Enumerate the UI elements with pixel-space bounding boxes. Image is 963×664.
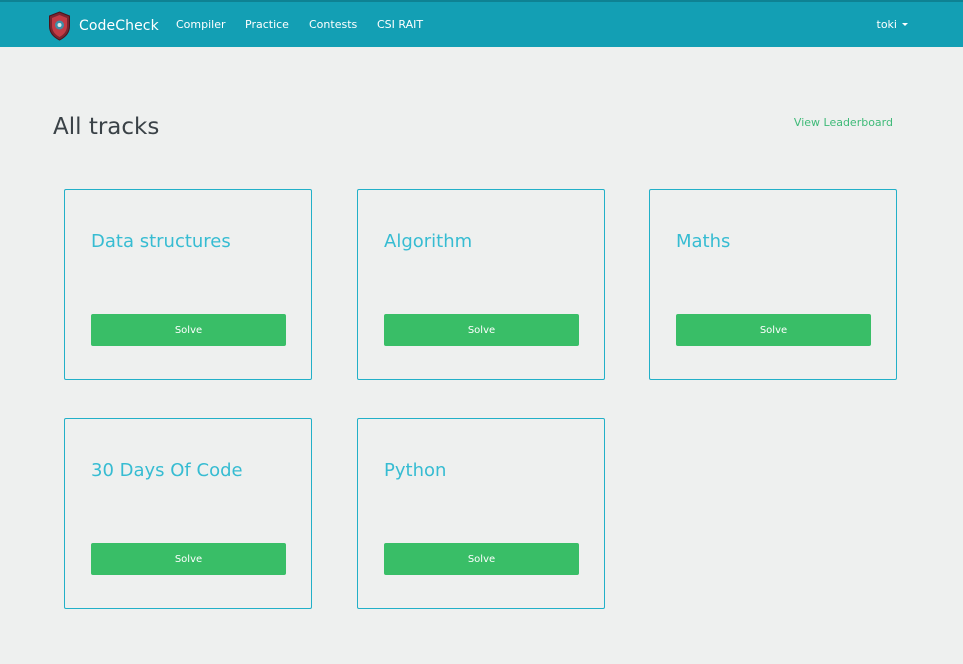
solve-button[interactable]: Solve: [384, 314, 579, 346]
user-menu[interactable]: toki: [877, 18, 908, 31]
nav-contests[interactable]: Contests: [309, 18, 357, 31]
view-leaderboard-link[interactable]: View Leaderboard: [794, 116, 893, 129]
nav-csi-rait[interactable]: CSI RAIT: [377, 18, 423, 31]
track-card-algorithm: Algorithm Solve: [357, 189, 605, 380]
caret-down-icon: [902, 23, 908, 26]
track-title: Python: [384, 460, 447, 481]
brand-name: CodeCheck: [79, 18, 159, 34]
top-navbar: CodeCheck Compiler Practice Contests CSI…: [0, 0, 963, 47]
track-card-30-days-of-code: 30 Days Of Code Solve: [64, 418, 312, 609]
solve-button[interactable]: Solve: [91, 314, 286, 346]
track-card-data-structures: Data structures Solve: [64, 189, 312, 380]
track-title: Maths: [676, 231, 731, 252]
shield-logo-icon: [49, 11, 70, 41]
track-title: 30 Days Of Code: [91, 460, 243, 481]
nav-practice[interactable]: Practice: [245, 18, 289, 31]
track-card-python: Python Solve: [357, 418, 605, 609]
solve-button[interactable]: Solve: [91, 543, 286, 575]
solve-button[interactable]: Solve: [676, 314, 871, 346]
track-card-maths: Maths Solve: [649, 189, 897, 380]
track-title: Algorithm: [384, 231, 473, 252]
nav-compiler[interactable]: Compiler: [176, 18, 226, 31]
brand-link[interactable]: CodeCheck: [48, 11, 159, 41]
page-title: All tracks: [53, 114, 160, 140]
user-name: toki: [876, 18, 897, 31]
solve-button[interactable]: Solve: [384, 543, 579, 575]
track-title: Data structures: [91, 231, 231, 252]
